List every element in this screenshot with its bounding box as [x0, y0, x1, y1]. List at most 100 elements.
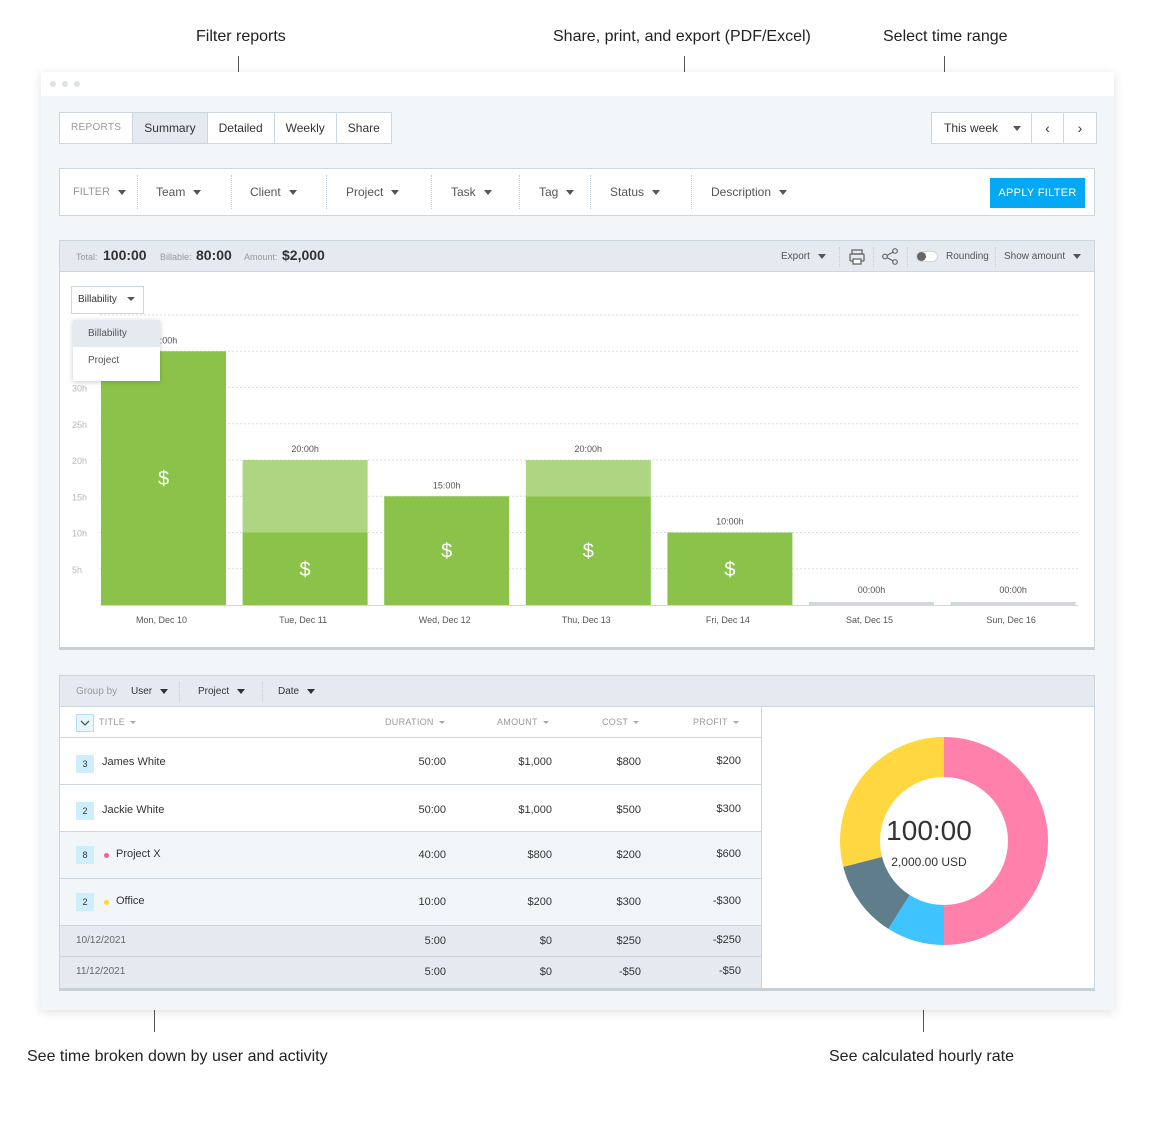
collapse-all-button[interactable] — [76, 714, 94, 732]
prev-range-button[interactable]: ‹ — [1032, 113, 1064, 143]
next-range-button[interactable]: › — [1064, 113, 1096, 143]
x-tick-label: Sat, Dec 15 — [846, 615, 893, 625]
time-range-select[interactable]: This week — [932, 113, 1032, 143]
row-title: Jackie White — [102, 804, 165, 816]
rounding-label: Rounding — [946, 251, 989, 262]
groupby-date[interactable]: Date — [278, 686, 316, 697]
y-tick-label: 25h — [72, 420, 87, 430]
bar-value-label: 20:00h — [291, 444, 319, 454]
column-duration[interactable]: DURATION — [385, 717, 445, 727]
row-title: Project X — [116, 848, 161, 860]
report-tabs: REPORTS Summary Detailed Weekly Share — [59, 112, 392, 144]
donut-amount: 2,000.00 USD — [891, 855, 967, 869]
y-tick-label: 15h — [72, 492, 87, 502]
filter-client[interactable]: Client — [250, 169, 297, 215]
callout-breakdown: See time broken down by user and activit… — [27, 1048, 328, 1065]
row-duration: 50:00 — [418, 756, 446, 768]
table-row[interactable]: 8 Project X 40:00 $800 $200 $600 — [60, 832, 761, 879]
bar-value-label: 00:00h — [858, 585, 886, 595]
row-amount: $0 — [539, 966, 552, 978]
row-duration: 5:00 — [424, 935, 446, 947]
column-title[interactable]: TITLE — [99, 717, 137, 727]
table-header-row: TITLE DURATION AMOUNT COST PROFIT — [60, 707, 761, 738]
row-profit: $300 — [716, 803, 741, 815]
summary-header: Total: 100:00 Billable: 80:00 Amount: $2… — [60, 241, 1094, 272]
menu-item-billability[interactable]: Billability — [73, 320, 160, 347]
amount-value: $2,000 — [282, 247, 325, 263]
table-row[interactable]: 11/12/2021 5:00 $0 -$50 -$50 — [60, 957, 761, 988]
table-row[interactable]: 2 Jackie White 50:00 $1,000 $500 $300 — [60, 785, 761, 832]
table-row[interactable]: 3 James White 50:00 $1,000 $800 $200 — [60, 738, 761, 785]
chevron-down-icon — [307, 688, 316, 694]
toggle-knob — [917, 252, 926, 261]
apply-filter-button[interactable]: APPLY FILTER — [990, 178, 1085, 208]
chevron-down-icon — [817, 253, 826, 259]
callout-hourly-rate: See calculated hourly rate — [829, 1048, 1014, 1065]
y-tick-label: 20h — [72, 456, 87, 466]
breakdown-panel: Group by User Project Date TITLE DURATIO… — [59, 675, 1095, 991]
billability-bar-chart: 5h10h15h20h25h30h$35:00hMon, Dec 10$20:0… — [72, 314, 1078, 625]
chevron-down-icon — [160, 688, 169, 694]
column-cost[interactable]: COST — [602, 717, 640, 727]
chevron-down-icon — [1013, 126, 1021, 131]
menu-item-project[interactable]: Project — [73, 347, 160, 374]
bar-value-label: 20:00h — [575, 444, 603, 454]
row-cost: $800 — [616, 756, 641, 768]
row-cost: $300 — [616, 896, 641, 908]
column-profit[interactable]: PROFIT — [693, 717, 739, 727]
row-title: James White — [102, 756, 166, 768]
callout-time-range: Select time range — [883, 28, 1008, 45]
show-amount-select[interactable]: Show amount — [1004, 251, 1082, 262]
row-amount: $1,000 — [518, 804, 552, 816]
project-color-dot — [104, 900, 109, 905]
filter-task[interactable]: Task — [451, 169, 492, 215]
chevron-down-icon — [779, 190, 788, 196]
x-tick-label: Tue, Dec 11 — [279, 615, 327, 625]
row-title: 10/12/2021 — [76, 935, 127, 946]
sort-icon — [438, 721, 445, 725]
row-cost: $200 — [616, 849, 641, 861]
share-icon[interactable] — [881, 247, 900, 266]
tab-weekly[interactable]: Weekly — [275, 113, 337, 143]
filter-tag[interactable]: Tag — [539, 169, 575, 215]
table-row[interactable]: 2 Office 10:00 $200 $300 -$300 — [60, 879, 761, 926]
tab-detailed[interactable]: Detailed — [208, 113, 275, 143]
print-icon[interactable] — [848, 248, 866, 266]
billable-dollar-marker: $ — [158, 468, 169, 490]
export-button[interactable]: Export — [781, 251, 826, 262]
x-tick-label: Wed, Dec 12 — [419, 615, 471, 625]
donut-segment[interactable] — [840, 737, 944, 867]
window-titlebar — [41, 72, 1114, 96]
filter-team[interactable]: Team — [156, 169, 202, 215]
tab-share[interactable]: Share — [337, 113, 391, 143]
filter-status[interactable]: Status — [610, 169, 661, 215]
table-row[interactable]: 10/12/2021 5:00 $0 $250 -$250 — [60, 926, 761, 957]
filter-project[interactable]: Project — [346, 169, 400, 215]
sort-icon — [542, 721, 549, 725]
y-tick-label: 10h — [72, 529, 87, 539]
groupby-project[interactable]: Project — [198, 686, 246, 697]
row-amount: $0 — [539, 935, 552, 947]
row-profit: $600 — [716, 848, 741, 860]
billable-value: 80:00 — [196, 247, 232, 263]
row-cost: -$50 — [618, 966, 641, 978]
tab-summary[interactable]: Summary — [133, 113, 208, 143]
row-title: Office — [116, 895, 145, 907]
sort-icon — [633, 721, 640, 725]
billable-dollar-marker: $ — [300, 559, 311, 581]
row-profit: -$300 — [712, 895, 741, 907]
donut-chart — [840, 737, 1048, 945]
groupby-user[interactable]: User — [131, 686, 169, 697]
bar-value-label: 10:00h — [716, 517, 744, 527]
column-amount[interactable]: AMOUNT — [497, 717, 549, 727]
chevron-down-icon — [288, 190, 297, 196]
billable-dollar-marker: $ — [441, 541, 452, 563]
rounding-toggle[interactable] — [916, 251, 938, 262]
filter-description[interactable]: Description — [711, 169, 788, 215]
row-amount: $200 — [527, 896, 552, 908]
sort-icon — [732, 721, 739, 725]
row-profit: -$50 — [718, 965, 741, 977]
groupby-label: Group by — [76, 686, 118, 697]
chevron-down-icon — [237, 688, 246, 694]
filter-label[interactable]: FILTER — [73, 169, 127, 215]
